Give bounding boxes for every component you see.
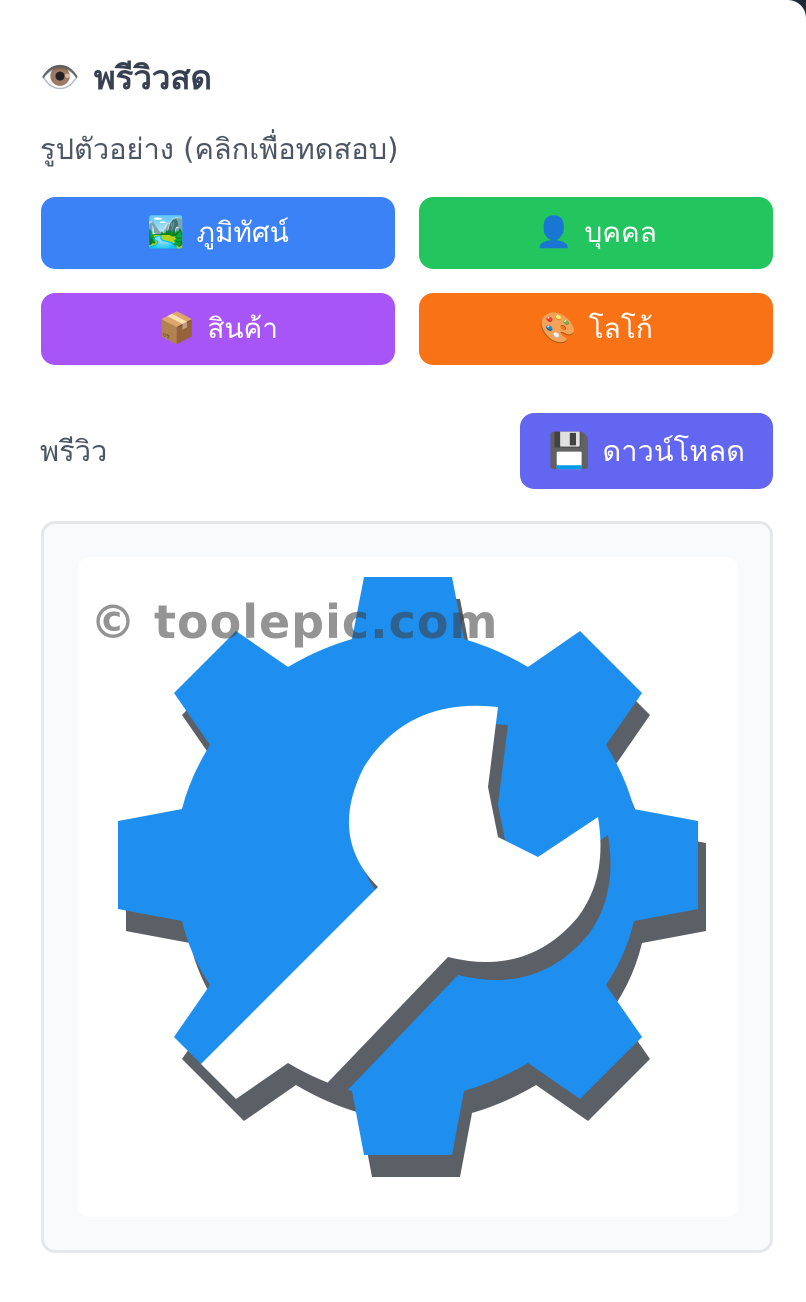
sample-button-product[interactable]: 📦 สินค้า [41, 293, 395, 365]
download-button-label: ดาวน์โหลด [602, 434, 745, 468]
sample-button-logo[interactable]: 🎨 โลโก้ [419, 293, 773, 365]
floppy-disk-icon: 💾 [548, 431, 591, 471]
preview-label: พรีวิว [40, 434, 108, 468]
download-button[interactable]: 💾 ดาวน์โหลด [520, 413, 773, 489]
sample-button-label: สินค้า [207, 312, 279, 345]
panel-title-text: พรีวิวสด [93, 57, 212, 97]
sample-button-label: โลโก้ [588, 312, 653, 345]
eye-icon: 👁️ [40, 58, 80, 96]
package-icon: 📦 [157, 311, 196, 346]
sample-button-label: ภูมิทัศน์ [196, 216, 289, 249]
sample-button-landscape[interactable]: 🏞️ ภูมิทัศน์ [41, 197, 395, 269]
gear-wrench-icon [118, 577, 706, 1177]
sample-button-label: บุคคล [584, 216, 657, 249]
person-icon: 👤 [535, 215, 573, 250]
palette-icon: 🎨 [539, 311, 577, 346]
sample-button-person[interactable]: 👤 บุคคล [419, 197, 773, 269]
sample-images-label: รูปตัวอย่าง (คลิกเพื่อทดสอบ) [40, 132, 399, 166]
landscape-icon: 🏞️ [147, 215, 185, 250]
panel-title: 👁️ พรีวิวสด [40, 55, 212, 99]
preview-frame: © toolepic.com [41, 521, 773, 1253]
preview-image: © toolepic.com [78, 557, 738, 1217]
live-preview-panel: 👁️ พรีวิวสด รูปตัวอย่าง (คลิกเพื่อทดสอบ)… [0, 0, 806, 1302]
watermark-text: © toolepic.com [90, 595, 499, 649]
